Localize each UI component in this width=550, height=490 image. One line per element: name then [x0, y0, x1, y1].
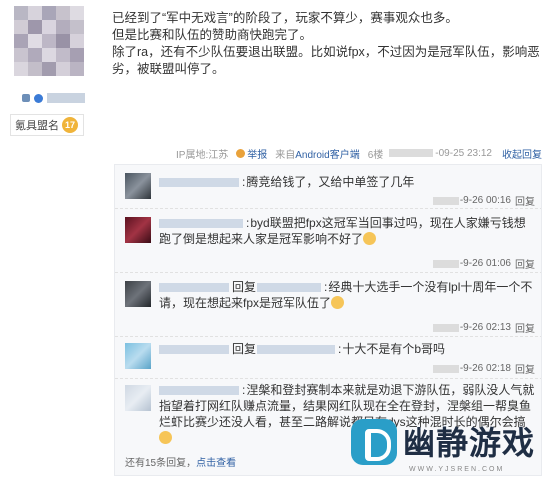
site-logo-text: 幽静游戏: [403, 424, 536, 462]
list-item: :腾竞给钱了，又给中单签了几年 -9-26 00:16 回复: [115, 165, 541, 209]
reply-username-blurred[interactable]: [159, 178, 239, 188]
author-sidebar: 氪具盟名 17: [0, 0, 100, 490]
reply-year-blurred: [432, 259, 459, 268]
reply-username-blurred[interactable]: [159, 283, 229, 293]
site-logo-icon: [351, 419, 397, 465]
report-link[interactable]: 举报: [247, 146, 267, 161]
date-year-blurred: [389, 149, 434, 157]
source-prefix: 来自: [275, 149, 296, 161]
reply-button[interactable]: 回复: [515, 256, 535, 271]
ip-location: IP属地:江苏: [176, 149, 229, 161]
level-badge: 17: [62, 117, 78, 133]
reply-target-blurred[interactable]: [257, 283, 322, 293]
user-title-text: 氪具盟名: [15, 120, 59, 132]
reply-text-row: :byd联盟把fpx这冠军当回事过吗，现在人家嫌亏钱想跑了倒是想起来人家是冠军影…: [159, 216, 526, 246]
reply-year-blurred: [432, 323, 459, 332]
reply-year-blurred: [432, 364, 459, 373]
report-icon: [236, 148, 246, 158]
reply-username-blurred[interactable]: [159, 386, 239, 396]
emoji-icon: [363, 232, 377, 245]
reply-button[interactable]: 回复: [515, 193, 535, 208]
username-blurred[interactable]: [47, 93, 85, 103]
reply-text-row: :腾竞给钱了，又给中单签了几年: [159, 174, 537, 190]
collapse-replies-link[interactable]: 收起回复: [502, 146, 542, 161]
site-watermark: 幽静游戏 WWW.YJSREN.COM: [345, 414, 545, 484]
list-item: :byd联盟把fpx这冠军当回事过吗，现在人家嫌亏钱想跑了倒是想起来人家是冠军影…: [115, 209, 541, 273]
view-more-link[interactable]: 点击查看: [196, 458, 236, 469]
avatar[interactable]: [14, 6, 84, 76]
reply-button[interactable]: 回复: [515, 320, 535, 335]
reply-avatar[interactable]: [125, 281, 151, 307]
reply-button[interactable]: 回复: [515, 361, 535, 376]
reply-time: -9-26 02:18: [459, 363, 511, 374]
site-url: WWW.YJSREN.COM: [409, 466, 505, 473]
reply-time: -9-26 02:13: [459, 322, 511, 333]
reply-time: -9-26 01:06: [459, 258, 511, 269]
emoji-icon: [331, 296, 345, 309]
reply-text-row: 回复:十大不是有个b哥吗: [159, 341, 537, 357]
reply-avatar[interactable]: [125, 217, 151, 243]
reply-year-blurred: [432, 196, 459, 205]
post-content: 已经到了“军中无戏言”的阶段了，玩家不算少，赛事观众也多。 但是比赛和队伍的赞助…: [112, 10, 540, 78]
post-paragraph: 除了ra，还有不少队伍要退出联盟。比如说fpx，不过因为是冠军队伍，影响恶劣，被…: [112, 45, 540, 76]
reply-avatar[interactable]: [125, 343, 151, 369]
floor-number: 6楼: [367, 149, 384, 161]
post-paragraph: 但是比赛和队伍的赞助商快跑完了。: [112, 28, 313, 42]
source-device: 来自Android客户端: [275, 146, 359, 161]
reply-avatar[interactable]: [125, 173, 151, 199]
user-title-badge[interactable]: 氪具盟名 17: [10, 114, 84, 136]
verified-icon: [34, 93, 43, 103]
reply-text-row: 回复:经典十大选手一个没有lpl十周年一个不请，现在想起来fpx是冠军队伍了: [159, 280, 533, 310]
reply-username-blurred[interactable]: [159, 345, 229, 355]
username-row[interactable]: [22, 92, 85, 104]
list-item: 回复:十大不是有个b哥吗 -9-26 02:18 回复: [115, 337, 541, 379]
list-item: 回复:经典十大选手一个没有lpl十周年一个不请，现在想起来fpx是冠军队伍了 -…: [115, 273, 541, 337]
more-replies: 还有15条回复，点击查看: [125, 454, 236, 469]
post-date: -09-25 23:12: [435, 147, 492, 159]
more-replies-count: 还有15条回复，: [125, 458, 197, 469]
reply-text: 腾竞给钱了，又给中单签了几年: [246, 175, 415, 189]
reply-time: -9-26 00:16: [459, 195, 511, 206]
post-meta: IP属地:江苏 举报 来自Android客户端 6楼 -09-25 23:12 …: [112, 146, 542, 161]
reply-text: 十大不是有个b哥吗: [342, 342, 446, 356]
reply-time-row: -9-26 02:18 回复: [432, 361, 535, 376]
emoji-icon: [159, 431, 172, 444]
reply-time-row: -9-26 00:16 回复: [432, 193, 535, 208]
reply-username-blurred[interactable]: [159, 219, 243, 229]
reply-time-row: -9-26 01:06 回复: [432, 256, 535, 271]
reply-target-blurred[interactable]: [257, 345, 336, 355]
user-icon: [22, 94, 30, 102]
reply-avatar[interactable]: [125, 385, 151, 411]
reply-time-row: -9-26 02:13 回复: [432, 320, 535, 335]
post-paragraph: 已经到了“军中无戏言”的阶段了，玩家不算少，赛事观众也多。: [112, 11, 458, 25]
android-client-link[interactable]: Android客户端: [295, 150, 359, 161]
